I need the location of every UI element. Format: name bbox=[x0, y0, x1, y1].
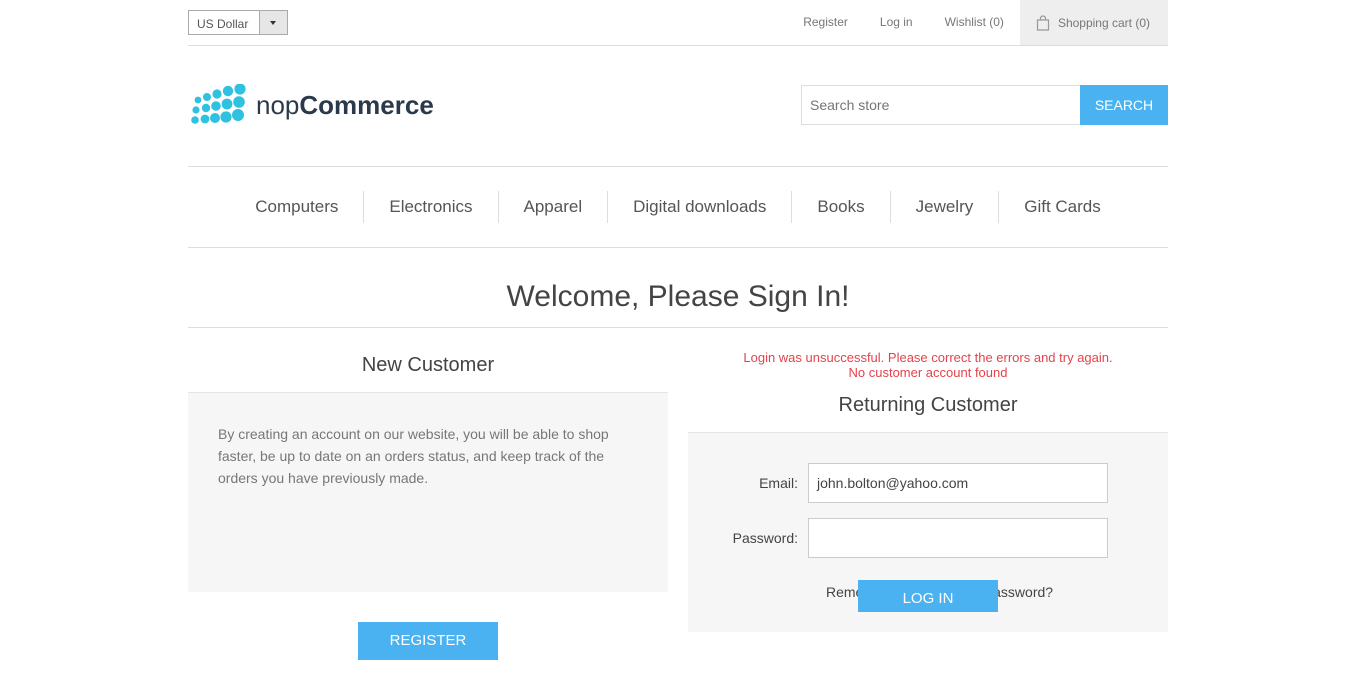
new-customer-section: New Customer By creating an account on o… bbox=[188, 338, 668, 660]
returning-customer-section: Login was unsuccessful. Please correct t… bbox=[688, 350, 1168, 632]
currency-value: US Dollar bbox=[197, 17, 249, 31]
caret-down-icon bbox=[270, 21, 276, 25]
register-button[interactable]: REGISTER bbox=[358, 622, 498, 660]
menu-item-electronics[interactable]: Electronics bbox=[363, 191, 497, 223]
menu-item-computers[interactable]: Computers bbox=[230, 191, 363, 223]
wishlist-link[interactable]: Wishlist (0) bbox=[945, 0, 1004, 45]
login-error-line: Login was unsuccessful. Please correct t… bbox=[743, 350, 1113, 365]
login-error-detail: No customer account found bbox=[848, 365, 1008, 380]
register-link[interactable]: Register bbox=[803, 0, 848, 45]
login-link[interactable]: Log in bbox=[880, 0, 913, 45]
menu-item-digital-downloads[interactable]: Digital downloads bbox=[607, 191, 791, 223]
new-customer-text: By creating an account on our website, y… bbox=[188, 393, 668, 592]
page-title: Welcome, Please Sign In! bbox=[188, 280, 1168, 328]
shopping-bag-icon bbox=[1036, 14, 1050, 31]
currency-select[interactable]: US Dollar bbox=[188, 10, 288, 35]
logo-text: nopCommerce bbox=[256, 90, 434, 120]
login-error-message: Login was unsuccessful. Please correct t… bbox=[688, 350, 1168, 380]
password-label: Password: bbox=[732, 530, 798, 546]
menu-item-books[interactable]: Books bbox=[791, 191, 889, 223]
shopping-cart-label: Shopping cart (0) bbox=[1057, 15, 1150, 30]
header-links: Register Log in Wishlist (0) Shopping ca… bbox=[771, 0, 1168, 45]
shopping-cart-link[interactable]: Shopping cart (0) bbox=[1019, 0, 1168, 45]
menu-item-jewelry[interactable]: Jewelry bbox=[889, 191, 999, 223]
new-customer-title: New Customer bbox=[188, 338, 668, 393]
search-input[interactable] bbox=[801, 85, 1081, 125]
email-label: Email: bbox=[759, 475, 798, 491]
search-button[interactable]: SEARCH bbox=[1080, 85, 1168, 125]
login-button[interactable]: LOG IN bbox=[858, 580, 998, 612]
nopcommerce-logo[interactable]: nopCommerce bbox=[190, 84, 440, 130]
email-field[interactable]: john.bolton@yahoo.com bbox=[808, 463, 1108, 503]
password-field[interactable] bbox=[808, 518, 1108, 558]
menu-item-gift-cards[interactable]: Gift Cards bbox=[998, 191, 1126, 223]
header-lower: nopCommerce SEARCH bbox=[188, 46, 1168, 166]
header-upper: US Dollar Register Log in Wishlist (0) S… bbox=[188, 0, 1168, 46]
menu-item-apparel[interactable]: Apparel bbox=[497, 191, 608, 223]
returning-customer-title: Returning Customer bbox=[688, 380, 1168, 433]
currency-dropdown-button[interactable] bbox=[259, 11, 287, 34]
top-menu: Computers Electronics Apparel Digital do… bbox=[188, 166, 1168, 248]
